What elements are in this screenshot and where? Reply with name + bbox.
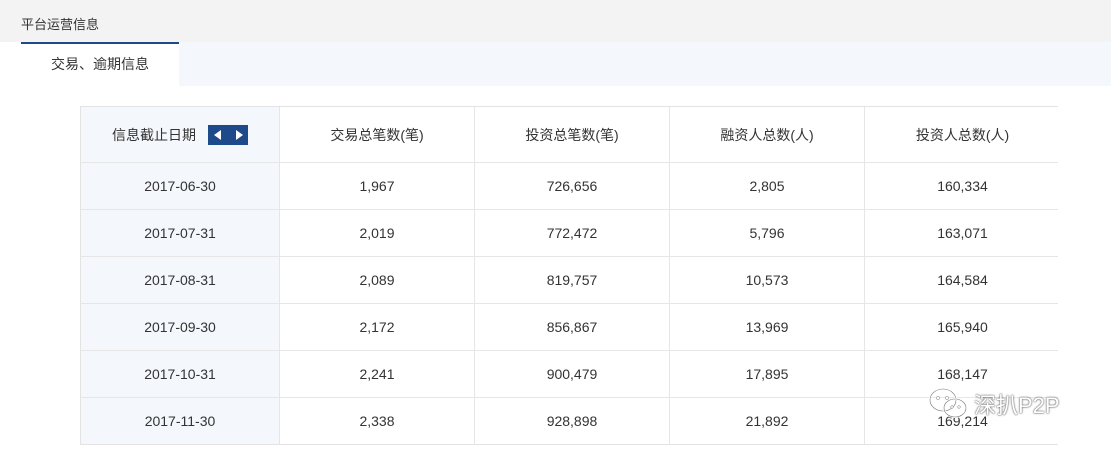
- cell-investors: 165,940: [864, 303, 1058, 351]
- arrow-right-icon: [236, 129, 243, 140]
- cell-transactions: 2,089: [279, 256, 475, 304]
- cell-investments: 928,898: [474, 397, 670, 444]
- cell-date: 2017-11-30: [80, 397, 280, 444]
- cell-investments: 772,472: [474, 209, 670, 257]
- cell-investments: 726,656: [474, 162, 670, 210]
- cell-borrowers: 21,892: [669, 397, 865, 444]
- cell-investments: 856,867: [474, 303, 670, 351]
- date-nav: [208, 124, 248, 145]
- wechat-icon: [928, 387, 968, 419]
- header-date: 信息截止日期: [80, 107, 280, 163]
- watermark: 深扒P2P: [928, 386, 1060, 422]
- table-row: 2017-07-31 2,019 772,472 5,796 163,071: [80, 209, 1058, 257]
- cell-borrowers: 13,969: [669, 303, 865, 351]
- cell-date: 2017-07-31: [80, 209, 280, 257]
- header-total-borrowers: 融资人总数(人): [669, 107, 865, 163]
- cell-borrowers: 5,796: [669, 209, 865, 257]
- table-header-row: 信息截止日期 交易总笔数(笔) 投资总笔数(笔) 融资人总数(人) 投资人总数(…: [80, 107, 1058, 163]
- arrow-left-icon: [214, 129, 221, 140]
- cell-investors: 164,584: [864, 256, 1058, 304]
- prev-date-button[interactable]: [208, 124, 228, 145]
- cell-date: 2017-09-30: [80, 303, 280, 351]
- table-row: 2017-06-30 1,967 726,656 2,805 160,334: [80, 162, 1058, 210]
- cell-investors: 160,334: [864, 162, 1058, 210]
- header-total-investments: 投资总笔数(笔): [474, 107, 670, 163]
- cell-investments: 819,757: [474, 256, 670, 304]
- page-title: 平台运营信息: [21, 17, 100, 32]
- cell-borrowers: 17,895: [669, 350, 865, 398]
- page-header: 平台运营信息: [0, 0, 1111, 42]
- date-header-cell: 信息截止日期: [81, 124, 279, 145]
- watermark-text: 深扒P2P: [974, 393, 1060, 418]
- cell-investments: 900,479: [474, 350, 670, 398]
- cell-transactions: 2,172: [279, 303, 475, 351]
- tab-transaction-overdue[interactable]: 交易、逾期信息: [21, 42, 179, 87]
- table-row: 2017-08-31 2,089 819,757 10,573 164,584: [80, 256, 1058, 304]
- tab-bar: 交易、逾期信息: [21, 42, 1111, 87]
- table-row: 2017-11-30 2,338 928,898 21,892 169,214: [80, 397, 1058, 444]
- next-date-button[interactable]: [228, 124, 248, 145]
- cell-transactions: 1,967: [279, 162, 475, 210]
- cell-transactions: 2,338: [279, 397, 475, 444]
- cell-transactions: 2,241: [279, 350, 475, 398]
- table-row: 2017-10-31 2,241 900,479 17,895 168,147: [80, 350, 1058, 398]
- cell-date: 2017-08-31: [80, 256, 280, 304]
- cell-date: 2017-10-31: [80, 350, 280, 398]
- table-row: 2017-09-30 2,172 856,867 13,969 165,940: [80, 303, 1058, 351]
- header-total-transactions: 交易总笔数(笔): [279, 107, 475, 163]
- data-table: 信息截止日期 交易总笔数(笔) 投资总笔数(笔) 融资人总数(人) 投资人总数(…: [80, 107, 1058, 444]
- cell-date: 2017-06-30: [80, 162, 280, 210]
- header-total-investors: 投资人总数(人): [864, 107, 1058, 163]
- cell-borrowers: 10,573: [669, 256, 865, 304]
- cell-investors: 163,071: [864, 209, 1058, 257]
- header-date-label: 信息截止日期: [112, 126, 196, 143]
- operations-table: 信息截止日期 交易总笔数(笔) 投资总笔数(笔) 融资人总数(人) 投资人总数(…: [80, 106, 1058, 445]
- cell-borrowers: 2,805: [669, 162, 865, 210]
- cell-transactions: 2,019: [279, 209, 475, 257]
